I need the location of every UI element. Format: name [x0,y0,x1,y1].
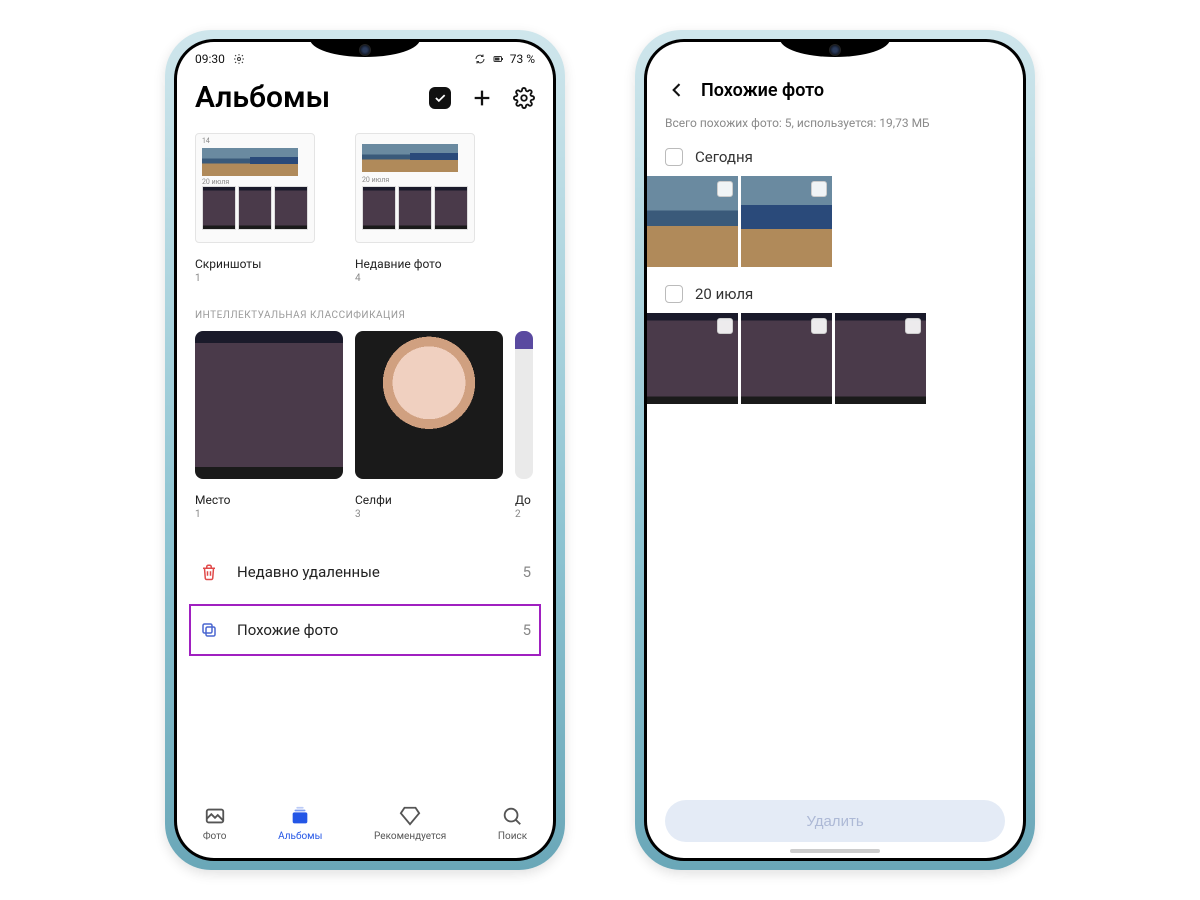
photo-checkbox[interactable] [905,318,921,334]
add-button[interactable] [471,87,493,109]
summary-text: Всего похожих фото: 5, используется: 19,… [665,116,1005,130]
list-label: Недавно удаленные [237,563,505,581]
group-label: Сегодня [695,148,753,166]
nav-albums[interactable]: Альбомы [278,805,322,842]
gear-icon [233,53,245,65]
delete-button[interactable]: Удалить [665,800,1005,842]
home-indicator [790,849,880,853]
page-title: Альбомы [195,80,330,115]
albums-icon [289,805,311,827]
status-time: 09:30 [195,52,225,66]
group-label: 20 июля [695,285,753,303]
photo-checkbox[interactable] [717,318,733,334]
photo-item[interactable] [647,176,738,267]
nav-recommend[interactable]: Рекомендуется [374,805,446,842]
album-item[interactable]: 20 июля Недавние фото 4 [355,133,475,284]
select-group-checkbox[interactable] [665,148,683,166]
album-label: Скриншоты [195,257,315,271]
smart-album-item[interactable]: Место 1 [195,331,343,520]
mini-date: 14 [202,137,210,145]
album-count: 4 [355,273,475,284]
phone-left: 09:30 73 % Альбомы [165,30,565,870]
auto-rotate-icon [474,53,486,65]
photo-item[interactable] [647,313,738,404]
photo-item[interactable] [741,176,832,267]
search-icon [501,805,523,827]
nav-search[interactable]: Поиск [498,805,527,842]
select-group-checkbox[interactable] [665,285,683,303]
photo-icon [204,805,226,827]
section-header: ИНТЕЛЛЕКТУАЛЬНАЯ КЛАССИФИКАЦИЯ [195,310,535,321]
page-title: Похожие фото [701,80,824,101]
list-count: 5 [523,563,531,581]
photo-item[interactable] [835,313,926,404]
back-button[interactable] [665,78,689,102]
select-mode-button[interactable] [429,87,451,109]
diamond-icon [399,805,421,827]
photo-checkbox[interactable] [811,181,827,197]
nav-photos[interactable]: Фото [203,805,227,842]
phone-right: Похожие фото Всего похожих фото: 5, испо… [635,30,1035,870]
smart-album-item[interactable]: Селфи 3 [355,331,503,520]
settings-button[interactable] [513,87,535,109]
list-label: Похожие фото [237,621,505,639]
photo-checkbox[interactable] [811,318,827,334]
list-count: 5 [523,621,531,639]
bottom-navigation: Фото Альбомы Рекомендуется Поиск [177,788,553,858]
recently-deleted-row[interactable]: Недавно удаленные 5 [195,544,535,600]
battery-icon [492,53,504,65]
album-item[interactable]: 14 20 июля Скриншоты 1 [195,133,315,284]
photo-item[interactable] [741,313,832,404]
duplicate-icon [199,620,219,640]
trash-icon [199,562,219,582]
album-label: Недавние фото [355,257,475,271]
battery-percent: 73 % [510,52,535,66]
photo-checkbox[interactable] [717,181,733,197]
album-count: 1 [195,273,315,284]
smart-album-item[interactable]: До 2 [515,331,533,520]
similar-photos-row[interactable]: Похожие фото 5 [189,604,541,656]
